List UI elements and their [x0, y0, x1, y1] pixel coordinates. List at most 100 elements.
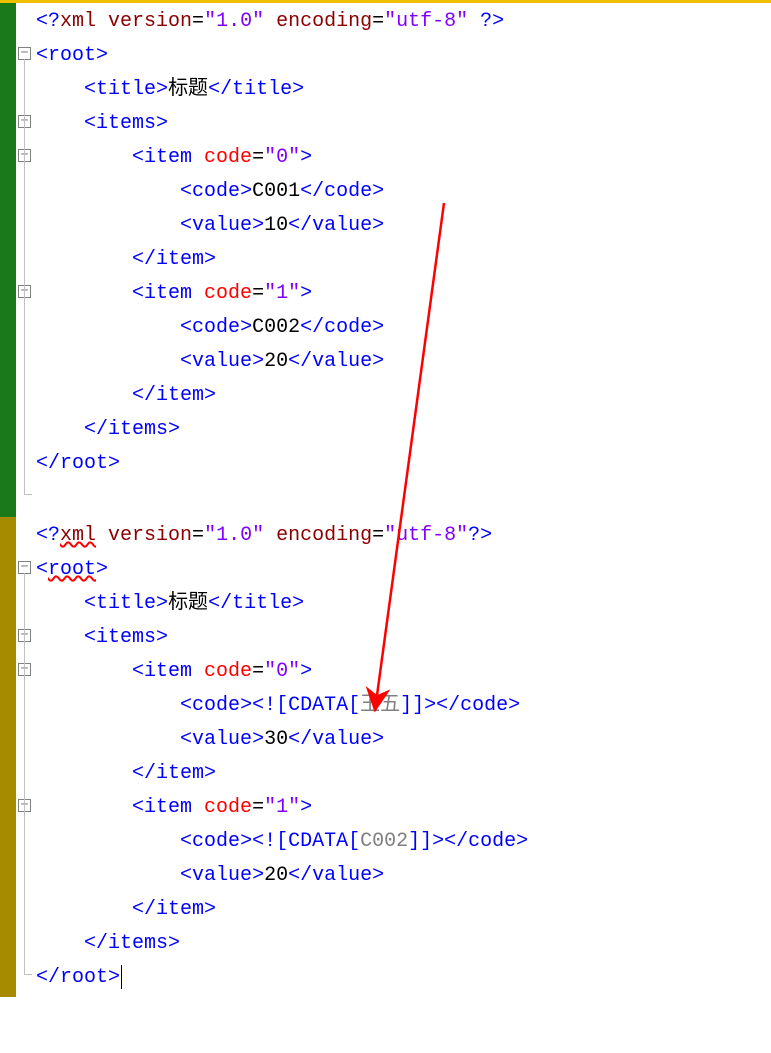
code-line[interactable] [36, 481, 771, 515]
code-token: "utf-8" [384, 524, 468, 547]
code-token: > [252, 728, 264, 751]
code-line[interactable]: <root> [36, 39, 771, 73]
code-token: > [300, 282, 312, 305]
code-token: </ [132, 898, 156, 921]
code-token: <![CDATA[ [252, 694, 360, 717]
code-line[interactable]: <title>标题</title> [36, 73, 771, 107]
code-line[interactable]: </item> [36, 243, 771, 277]
code-token: > [372, 728, 384, 751]
code-token: "0" [264, 146, 300, 169]
code-token: code [192, 830, 240, 853]
code-token: root [60, 966, 108, 989]
code-line[interactable]: </root> [36, 961, 771, 995]
code-line[interactable]: </items> [36, 413, 771, 447]
code-line[interactable]: <item code="1"> [36, 277, 771, 311]
code-token: < [180, 214, 192, 237]
fold-guide-line [24, 573, 25, 969]
code-line[interactable]: </root> [36, 447, 771, 481]
code-token: > [516, 830, 528, 853]
code-token: </ [300, 180, 324, 203]
code-line[interactable]: <item code="0"> [36, 141, 771, 175]
code-token: "1" [264, 282, 300, 305]
code-line[interactable]: <items> [36, 621, 771, 655]
code-token: > [372, 350, 384, 373]
code-line[interactable]: </item> [36, 757, 771, 791]
code-line[interactable]: <?xml version="1.0" encoding="utf-8" ?> [36, 5, 771, 39]
code-line[interactable]: <title>标题</title> [36, 587, 771, 621]
code-line[interactable]: <code>C001</code> [36, 175, 771, 209]
code-token: items [108, 932, 168, 955]
code-token: value [192, 214, 252, 237]
code-line[interactable]: <value>20</value> [36, 859, 771, 893]
code-token: encoding [264, 10, 372, 33]
code-token: > [292, 592, 304, 615]
code-token: = [192, 10, 204, 33]
code-line[interactable]: <?xml version="1.0" encoding="utf-8"?> [36, 519, 771, 553]
code-token: encoding [264, 524, 372, 547]
code-token: > [204, 248, 216, 271]
code-area-1[interactable]: <?xml version="1.0" encoding="utf-8" ?><… [36, 3, 771, 517]
code-token: > [96, 558, 108, 581]
code-token: item [144, 796, 204, 819]
code-token: > [372, 214, 384, 237]
code-token: <![CDATA[ [252, 830, 360, 853]
code-token: > [300, 796, 312, 819]
code-token: value [312, 864, 372, 887]
code-token: ]]> [408, 830, 444, 853]
code-token: "utf-8" [384, 10, 468, 33]
code-token: < [180, 830, 192, 853]
code-area-2[interactable]: <?xml version="1.0" encoding="utf-8"?><r… [36, 517, 771, 997]
text-cursor [121, 965, 122, 989]
code-token: item [156, 384, 204, 407]
code-line[interactable]: <code>C002</code> [36, 311, 771, 345]
code-token: > [252, 864, 264, 887]
code-token: code [204, 660, 252, 683]
code-token: </ [36, 452, 60, 475]
code-token: <? [36, 10, 60, 33]
code-line[interactable]: <code><![CDATA[王五]]></code> [36, 689, 771, 723]
code-token: </ [444, 830, 468, 853]
code-token: item [144, 146, 204, 169]
code-token: < [180, 316, 192, 339]
code-line[interactable]: <item code="1"> [36, 791, 771, 825]
code-token: = [252, 146, 264, 169]
code-token: > [292, 78, 304, 101]
code-token: "1.0" [204, 524, 264, 547]
code-token: code [192, 694, 240, 717]
code-line[interactable]: <value>30</value> [36, 723, 771, 757]
code-token: value [312, 214, 372, 237]
code-line[interactable]: <root> [36, 553, 771, 587]
code-token: </ [288, 214, 312, 237]
code-token: value [312, 350, 372, 373]
code-token: root [48, 44, 96, 67]
fold-corner [24, 967, 32, 975]
code-token: ]]> [400, 694, 436, 717]
code-token: 30 [264, 728, 288, 751]
code-token: value [192, 728, 252, 751]
code-token: </ [288, 728, 312, 751]
code-token: = [372, 10, 384, 33]
code-token: ?> [468, 10, 504, 33]
code-token: 10 [264, 214, 288, 237]
code-token: code [324, 316, 372, 339]
code-line[interactable]: <value>20</value> [36, 345, 771, 379]
code-line[interactable]: <items> [36, 107, 771, 141]
code-token: code [192, 316, 240, 339]
code-line[interactable]: </item> [36, 379, 771, 413]
code-line[interactable]: <item code="0"> [36, 655, 771, 689]
editor-section-1: <?xml version="1.0" encoding="utf-8" ?><… [0, 3, 771, 517]
code-token: </ [288, 864, 312, 887]
code-line[interactable]: </items> [36, 927, 771, 961]
code-token: > [240, 830, 252, 853]
code-line[interactable]: <value>10</value> [36, 209, 771, 243]
code-line[interactable]: <code><![CDATA[C002]]></code> [36, 825, 771, 859]
code-token: < [180, 350, 192, 373]
code-token: = [252, 660, 264, 683]
code-token: </ [436, 694, 460, 717]
code-token: < [36, 44, 48, 67]
code-token: version [96, 524, 192, 547]
code-line[interactable]: </item> [36, 893, 771, 927]
code-token: > [240, 316, 252, 339]
code-token: > [96, 44, 108, 67]
code-token: < [36, 558, 48, 581]
